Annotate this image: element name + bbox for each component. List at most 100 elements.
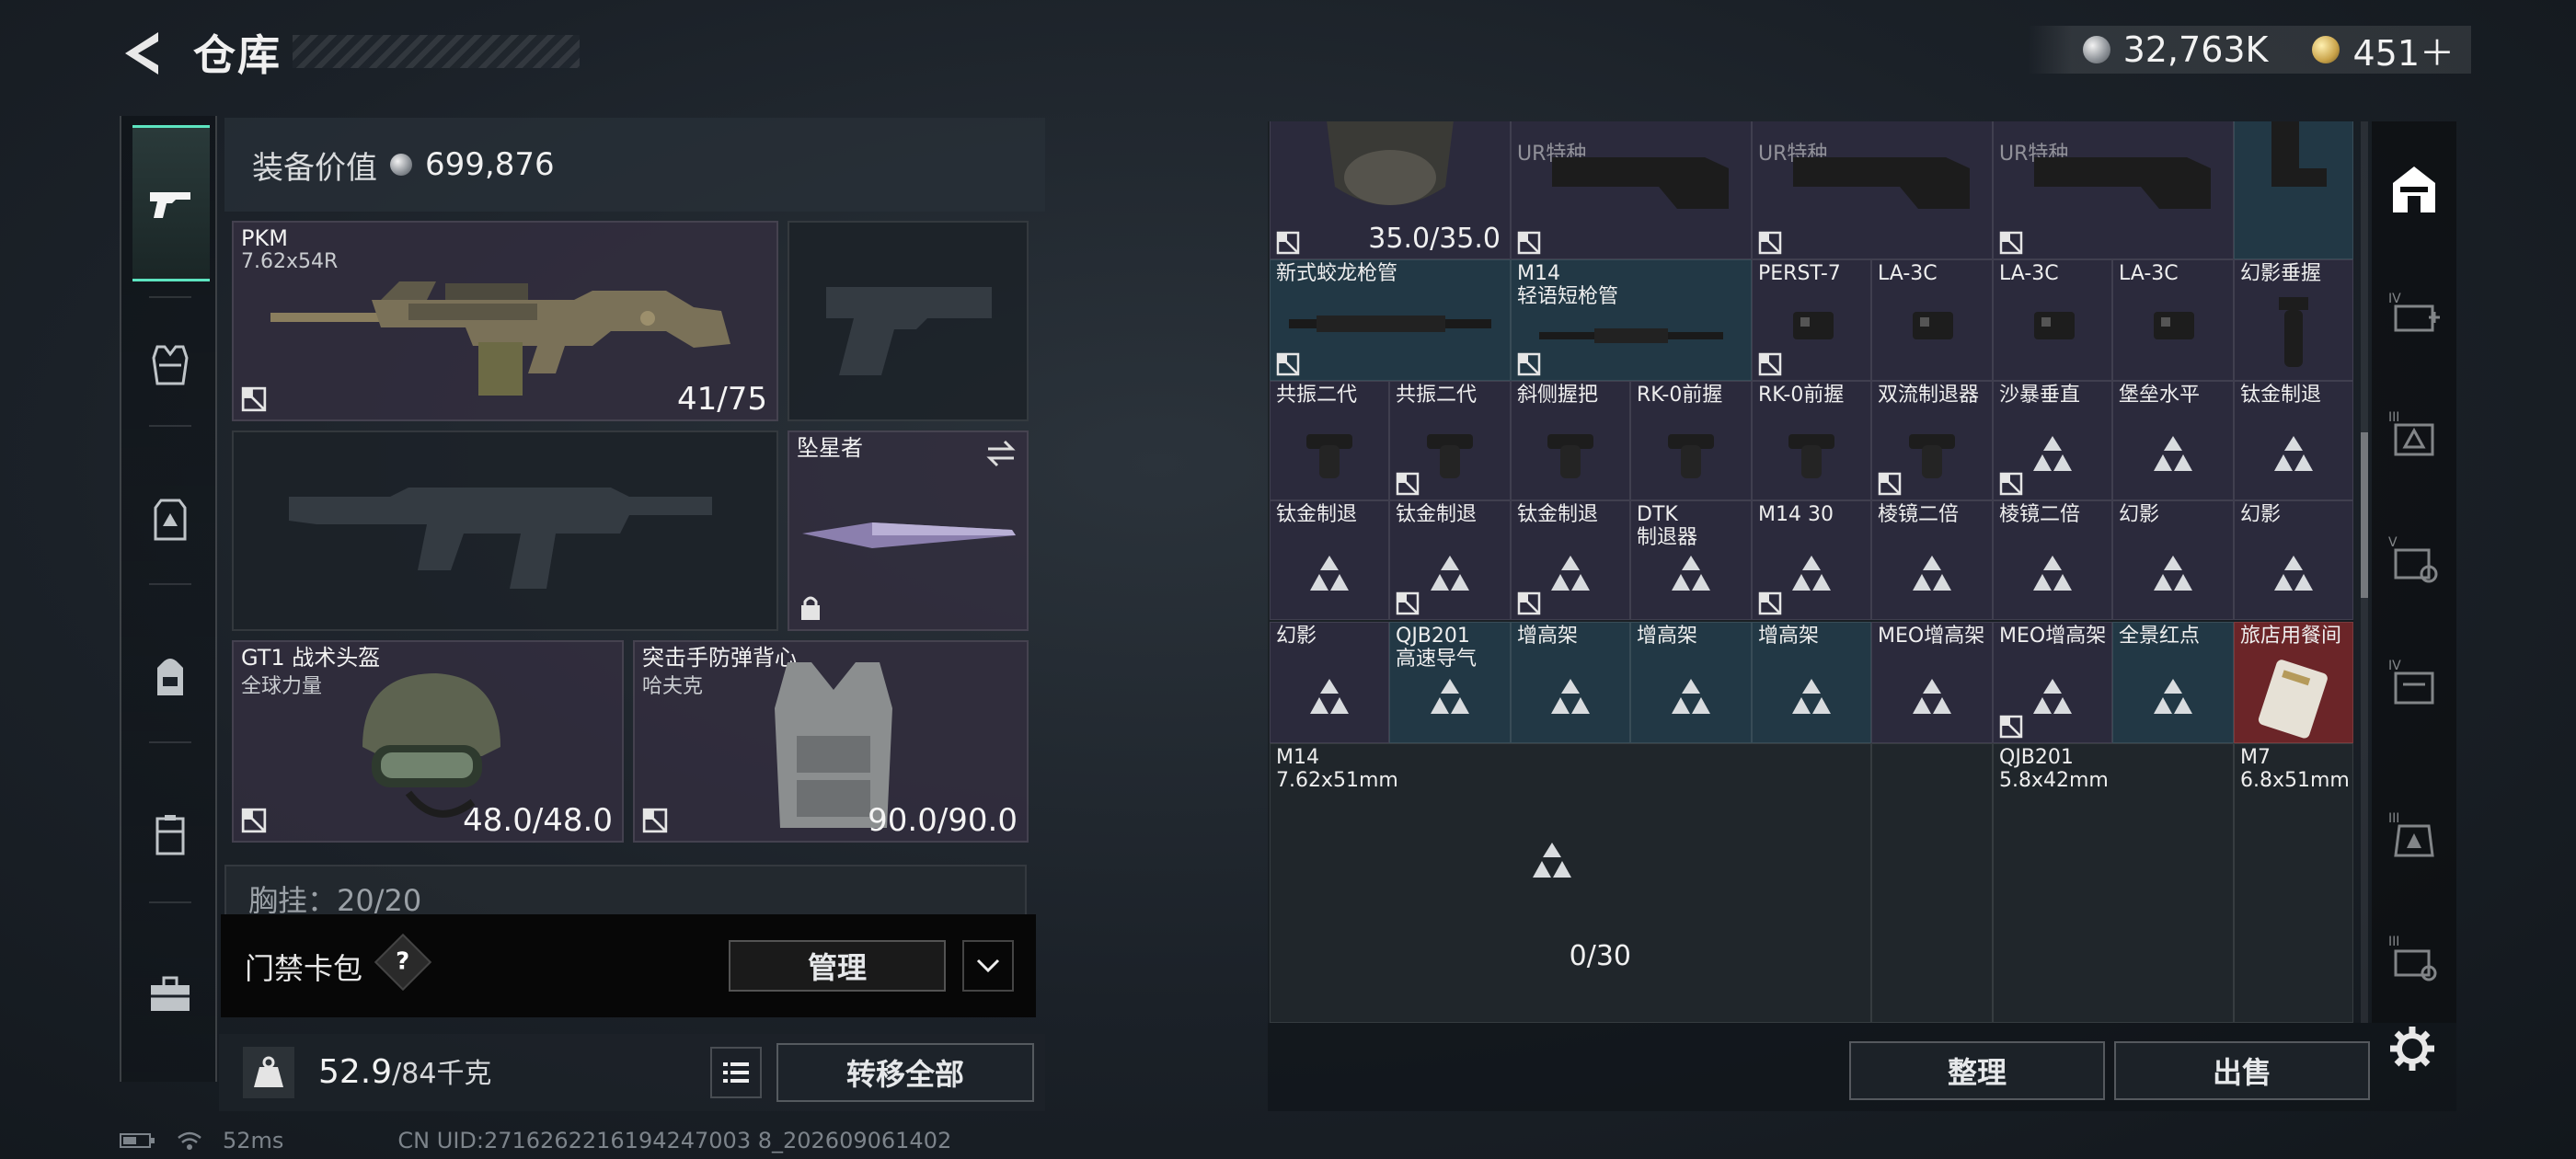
- inventory-item[interactable]: 旅店用餐间: [2234, 622, 2353, 743]
- primary-weapon-slot[interactable]: PKM 7.62x54R 41/75: [232, 221, 778, 421]
- inventory-item[interactable]: LA-3C: [1871, 259, 1993, 381]
- list-icon: [723, 1062, 749, 1083]
- nav-case[interactable]: [134, 798, 206, 870]
- inventory-item[interactable]: M14 轻语短枪管: [1511, 259, 1752, 381]
- filter-keys[interactable]: III: [2385, 929, 2444, 988]
- inventory-item[interactable]: DTK 制退器: [1630, 500, 1752, 620]
- filter-gear[interactable]: V: [2385, 530, 2444, 589]
- inventory-item[interactable]: LA-3C: [1993, 259, 2112, 381]
- sell-button[interactable]: 出售: [2114, 1041, 2370, 1100]
- inventory-item[interactable]: 双流制退器: [1871, 381, 1993, 500]
- inventory-item[interactable]: 共振二代: [1389, 381, 1511, 500]
- inventory-item[interactable]: 增高架: [1511, 622, 1630, 743]
- melee-slot[interactable]: 坠星者: [788, 430, 1029, 631]
- help-button[interactable]: ?: [374, 933, 432, 992]
- key-icon: III: [2388, 935, 2437, 981]
- inventory-item[interactable]: QJB201 高速导气: [1389, 622, 1511, 743]
- inventory-item[interactable]: 钛金制退: [2234, 381, 2353, 500]
- inventory-item[interactable]: 新式蛟龙枪管: [1270, 259, 1511, 381]
- filter-medical[interactable]: IV: [2385, 283, 2444, 342]
- inventory-item[interactable]: 35.0/35.0: [1270, 121, 1511, 259]
- nav-chest-rig[interactable]: [134, 484, 206, 556]
- inventory-item[interactable]: MEO增高架: [1871, 622, 1993, 743]
- inventory-item[interactable]: 幻影: [2234, 500, 2353, 620]
- back-button[interactable]: [118, 26, 166, 81]
- placeholder-triangle-icon: [1527, 841, 1577, 881]
- status-line: 52ms CN UID:2716262216194247003 8_202609…: [120, 1128, 951, 1153]
- filter-mods[interactable]: IV: [2385, 653, 2444, 712]
- item-name: 幻影垂握: [2240, 262, 2322, 285]
- ammo-empty-slot[interactable]: [1871, 743, 1993, 1023]
- item-name: LA-3C: [1999, 262, 2059, 285]
- gear-icon: V: [2388, 535, 2438, 583]
- sidearm-slot[interactable]: [788, 221, 1029, 421]
- secondary-weapon-slot[interactable]: [232, 430, 778, 631]
- inventory-item[interactable]: 钛金制退: [1270, 500, 1389, 620]
- inventory-item[interactable]: UR特种: [1752, 121, 1993, 259]
- inventory-item[interactable]: 幻影: [2112, 500, 2234, 620]
- list-view-button[interactable]: [710, 1047, 762, 1098]
- sort-button[interactable]: 整理: [1849, 1041, 2105, 1100]
- insured-icon: [1517, 231, 1541, 255]
- inventory-item[interactable]: 全景红点: [2112, 622, 2234, 743]
- filter-all[interactable]: [2385, 160, 2444, 219]
- item-name: 增高架: [1637, 625, 1698, 648]
- ammo-stack[interactable]: QJB201 5.8x42mm: [1993, 743, 2234, 1023]
- inventory-item[interactable]: 增高架: [1752, 622, 1871, 743]
- laser-module-image: [2154, 312, 2194, 339]
- back-arrow-icon: [125, 32, 158, 75]
- inventory-item[interactable]: M14 30: [1752, 500, 1871, 620]
- settings-button[interactable]: [2385, 1021, 2440, 1076]
- inventory-item[interactable]: UR特种: [1511, 121, 1752, 259]
- ammo-name: M14 7.62x51mm: [1276, 746, 1398, 792]
- svg-text:IV: IV: [2388, 659, 2401, 673]
- inventory-item[interactable]: MEO增高架: [1993, 622, 2112, 743]
- insured-icon: [1878, 472, 1902, 496]
- helmet-slot[interactable]: GT1 战术头盔 全球力量 48.0/48.0: [232, 640, 624, 843]
- inventory-item[interactable]: UR特种: [1993, 121, 2234, 259]
- barrel-image: [1289, 316, 1491, 332]
- gear-settings-icon: [2390, 1027, 2434, 1071]
- chest-rig-row[interactable]: 胸挂：20/20: [224, 865, 1027, 920]
- manage-button[interactable]: 管理: [729, 940, 946, 992]
- inventory-item[interactable]: 钛金制退: [1389, 500, 1511, 620]
- filter-armor[interactable]: III: [2385, 806, 2444, 865]
- nav-toolbox[interactable]: [134, 958, 206, 1030]
- inventory-item[interactable]: 堡垒水平: [2112, 381, 2234, 500]
- insured-icon: [1758, 231, 1782, 255]
- inventory-item[interactable]: 沙暴垂直: [1993, 381, 2112, 500]
- inventory-item[interactable]: 增高架: [1630, 622, 1752, 743]
- nav-divider: [149, 901, 191, 903]
- inventory-item[interactable]: 钛金制退: [1511, 500, 1630, 620]
- attachment-image: [1547, 434, 1593, 479]
- swap-icon[interactable]: [984, 440, 1018, 467]
- inventory-item[interactable]: 幻影: [1270, 622, 1389, 743]
- page-title: 仓库: [193, 30, 282, 80]
- inventory-item[interactable]: PERST-7: [1752, 259, 1871, 381]
- chevron-down-icon: [976, 958, 1000, 973]
- body-armor-slot[interactable]: 突击手防弹背心 哈夫克 90.0/90.0: [633, 640, 1029, 843]
- inventory-item[interactable]: [2234, 121, 2353, 259]
- blade-image: [802, 522, 1016, 548]
- inventory-item[interactable]: 棱镜二倍: [1871, 500, 1993, 620]
- inventory-item[interactable]: RK-0前握: [1630, 381, 1752, 500]
- inventory-item[interactable]: LA-3C: [2112, 259, 2234, 381]
- inventory-item[interactable]: 幻影垂握: [2234, 259, 2353, 381]
- inventory-scroll-thumb[interactable]: [2361, 432, 2368, 598]
- nav-weapons[interactable]: [132, 125, 210, 281]
- nav-backpack[interactable]: [134, 640, 206, 712]
- insured-icon: [1758, 352, 1782, 376]
- expand-button[interactable]: [962, 940, 1014, 992]
- transfer-all-button[interactable]: 转移全部: [776, 1043, 1034, 1102]
- gold-amount[interactable]: 451＋: [2352, 25, 2455, 75]
- ammo-stack[interactable]: M7 6.8x51mm: [2234, 743, 2353, 1023]
- inventory-item[interactable]: 棱镜二倍: [1993, 500, 2112, 620]
- filter-ammo[interactable]: III: [2385, 405, 2444, 464]
- silver-coin-icon: [2082, 36, 2110, 63]
- inventory-item[interactable]: RK-0前握: [1752, 381, 1871, 500]
- insured-icon: [642, 808, 668, 833]
- inventory-item[interactable]: 斜侧握把: [1511, 381, 1630, 500]
- inventory-item[interactable]: 共振二代: [1270, 381, 1389, 500]
- nav-armor[interactable]: [134, 329, 206, 401]
- ammo-stack[interactable]: M14 7.62x51mm 0/30: [1270, 743, 1871, 1023]
